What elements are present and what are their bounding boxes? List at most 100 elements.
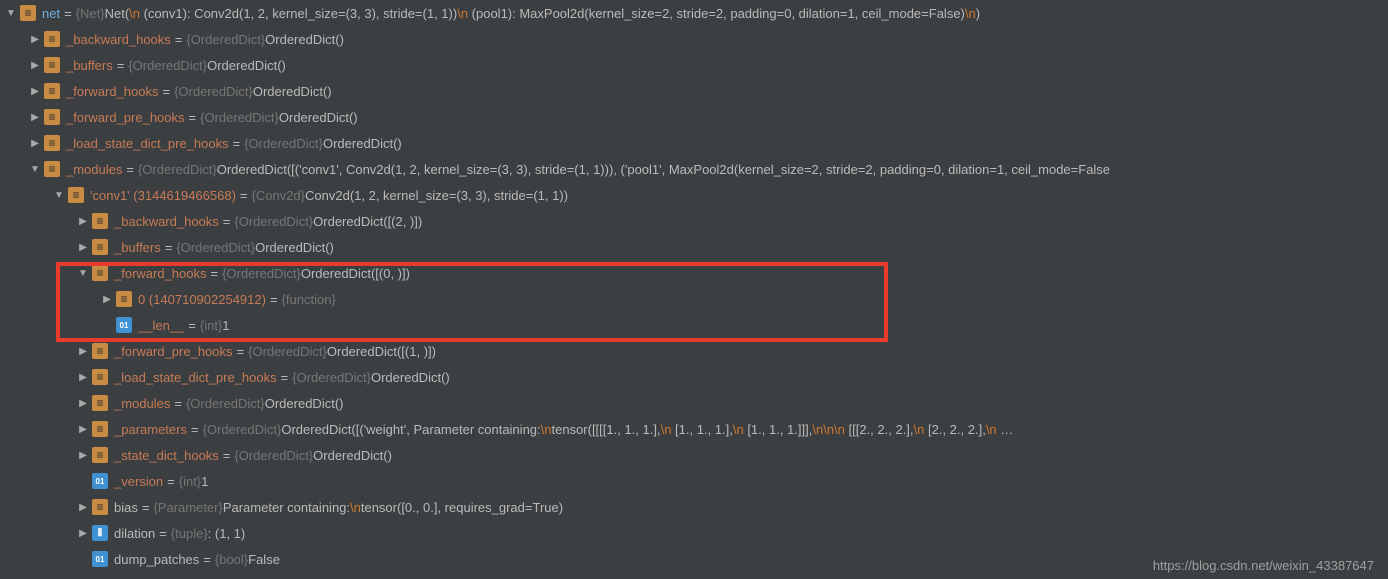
- tree-row[interactable]: _forward_hooks={OrderedDict} OrderedDict…: [0, 260, 1388, 286]
- chevron-right-icon[interactable]: [76, 214, 90, 228]
- chevron-right-icon[interactable]: [100, 292, 114, 306]
- equals-sign: =: [159, 84, 175, 99]
- variable-name: dilation: [114, 526, 155, 541]
- variable-value: OrderedDict(): [265, 396, 344, 411]
- variable-type: {OrderedDict}: [186, 32, 265, 47]
- chevron-right-icon[interactable]: [76, 526, 90, 540]
- variable-value: Parameter containing:\ntensor([0., 0.], …: [223, 500, 563, 515]
- variable-value: False: [248, 552, 280, 567]
- variable-name: _modules: [114, 396, 170, 411]
- object-icon: [92, 213, 108, 229]
- equals-sign: =: [266, 292, 282, 307]
- object-icon: [44, 31, 60, 47]
- chevron-down-icon[interactable]: [52, 188, 66, 202]
- variable-type: {OrderedDict}: [128, 58, 207, 73]
- tree-row[interactable]: _buffers={OrderedDict} OrderedDict(): [0, 234, 1388, 260]
- variable-value: Conv2d(1, 2, kernel_size=(3, 3), stride=…: [305, 188, 568, 203]
- tuple-icon: [92, 525, 108, 541]
- variable-name: _modules: [66, 162, 122, 177]
- variable-name: _backward_hooks: [66, 32, 171, 47]
- object-icon: [44, 161, 60, 177]
- object-icon: [92, 239, 108, 255]
- variable-name: _buffers: [114, 240, 161, 255]
- variable-value: OrderedDict(): [371, 370, 450, 385]
- tree-row[interactable]: _state_dict_hooks={OrderedDict} OrderedD…: [0, 442, 1388, 468]
- tree-row[interactable]: _backward_hooks={OrderedDict} OrderedDic…: [0, 26, 1388, 52]
- chevron-right-icon[interactable]: [28, 32, 42, 46]
- equals-sign: =: [171, 32, 187, 47]
- chevron-right-icon[interactable]: [28, 84, 42, 98]
- equals-sign: =: [219, 214, 235, 229]
- tree-row[interactable]: net={Net} Net(\n (conv1): Conv2d(1, 2, k…: [0, 0, 1388, 26]
- chevron-right-icon[interactable]: [76, 370, 90, 384]
- int-icon: 01: [92, 473, 108, 489]
- variable-value: Net(\n (conv1): Conv2d(1, 2, kernel_size…: [105, 6, 980, 21]
- variable-value: 1: [201, 474, 208, 489]
- equals-sign: =: [122, 162, 138, 177]
- tree-row[interactable]: _forward_hooks={OrderedDict} OrderedDict…: [0, 78, 1388, 104]
- variable-type: {OrderedDict}: [138, 162, 217, 177]
- variable-name: _forward_pre_hooks: [66, 110, 185, 125]
- chevron-right-icon[interactable]: [28, 58, 42, 72]
- tree-row[interactable]: 'conv1' (3144619466568)={Conv2d} Conv2d(…: [0, 182, 1388, 208]
- tree-row[interactable]: _forward_pre_hooks={OrderedDict} Ordered…: [0, 338, 1388, 364]
- tree-row[interactable]: _backward_hooks={OrderedDict} OrderedDic…: [0, 208, 1388, 234]
- variable-type: {OrderedDict}: [174, 84, 253, 99]
- chevron-down-icon[interactable]: [4, 6, 18, 20]
- variable-value: OrderedDict(): [313, 448, 392, 463]
- tree-row[interactable]: _buffers={OrderedDict} OrderedDict(): [0, 52, 1388, 78]
- tree-row[interactable]: 0 (140710902254912)={function}: [0, 286, 1388, 312]
- equals-sign: =: [163, 474, 179, 489]
- variable-name: _state_dict_hooks: [114, 448, 219, 463]
- watermark: https://blog.csdn.net/weixin_43387647: [1153, 558, 1374, 573]
- variable-name: bias: [114, 500, 138, 515]
- chevron-right-icon[interactable]: [28, 136, 42, 150]
- chevron-right-icon[interactable]: [76, 422, 90, 436]
- tree-row[interactable]: dilation={tuple} : (1, 1): [0, 520, 1388, 546]
- variable-value: OrderedDict(): [255, 240, 334, 255]
- variable-type: {OrderedDict}: [292, 370, 371, 385]
- tree-row[interactable]: 01_version={int} 1: [0, 468, 1388, 494]
- tree-row[interactable]: 01 __len__={int} 1: [0, 312, 1388, 338]
- variable-type: {OrderedDict}: [234, 448, 313, 463]
- tree-row[interactable]: _load_state_dict_pre_hooks={OrderedDict}…: [0, 364, 1388, 390]
- variable-value: OrderedDict([('weight', Parameter contai…: [281, 422, 1013, 437]
- tree-row[interactable]: _modules={OrderedDict} OrderedDict(): [0, 390, 1388, 416]
- chevron-right-icon[interactable]: [76, 240, 90, 254]
- equals-sign: =: [184, 318, 200, 333]
- tree-row[interactable]: bias={Parameter} Parameter containing:\n…: [0, 494, 1388, 520]
- object-icon: [92, 265, 108, 281]
- variable-type: {OrderedDict}: [248, 344, 327, 359]
- variable-value: : (1, 1): [208, 526, 246, 541]
- chevron-down-icon[interactable]: [76, 266, 90, 280]
- variable-name: net: [42, 6, 60, 21]
- int-icon: 01: [116, 317, 132, 333]
- chevron-down-icon[interactable]: [28, 162, 42, 176]
- chevron-right-icon[interactable]: [76, 344, 90, 358]
- tree-row[interactable]: _forward_pre_hooks={OrderedDict} Ordered…: [0, 104, 1388, 130]
- tree-row[interactable]: _load_state_dict_pre_hooks={OrderedDict}…: [0, 130, 1388, 156]
- tree-row[interactable]: _modules={OrderedDict} OrderedDict([('co…: [0, 156, 1388, 182]
- variable-tree: net={Net} Net(\n (conv1): Conv2d(1, 2, k…: [0, 0, 1388, 572]
- variable-name: _forward_pre_hooks: [114, 344, 233, 359]
- variable-name: 'conv1' (3144619466568): [90, 188, 236, 203]
- object-icon: [116, 291, 132, 307]
- tree-row[interactable]: _parameters={OrderedDict} OrderedDict([(…: [0, 416, 1388, 442]
- object-icon: [44, 109, 60, 125]
- variable-type: {OrderedDict}: [222, 266, 301, 281]
- variable-type: {tuple}: [171, 526, 208, 541]
- variable-value: OrderedDict([(0, )]): [301, 266, 410, 281]
- chevron-right-icon[interactable]: [28, 110, 42, 124]
- chevron-right-icon[interactable]: [76, 500, 90, 514]
- variable-name: _load_state_dict_pre_hooks: [66, 136, 229, 151]
- equals-sign: =: [185, 110, 201, 125]
- variable-name: dump_patches: [114, 552, 199, 567]
- equals-sign: =: [138, 500, 154, 515]
- variable-value: OrderedDict(): [207, 58, 286, 73]
- variable-value: OrderedDict(): [253, 84, 332, 99]
- variable-type: {int}: [200, 318, 222, 333]
- chevron-right-icon[interactable]: [76, 448, 90, 462]
- variable-name: __len__: [138, 318, 184, 333]
- chevron-right-icon[interactable]: [76, 396, 90, 410]
- variable-value: 1: [222, 318, 229, 333]
